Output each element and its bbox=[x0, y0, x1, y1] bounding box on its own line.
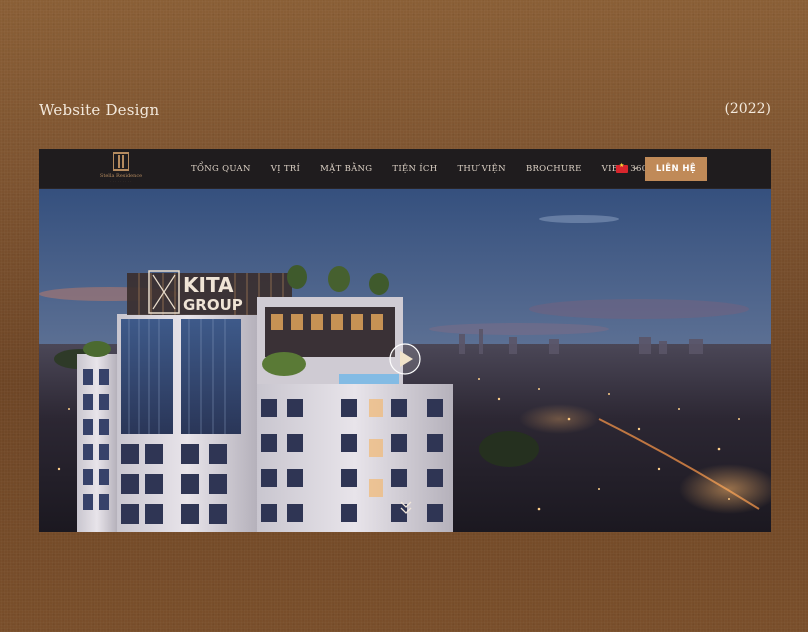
showcase-year: (2022) bbox=[724, 101, 771, 117]
contact-button[interactable]: LIÊN HỆ bbox=[645, 157, 707, 181]
showcase-title: Website Design bbox=[39, 101, 160, 119]
website-preview: Stella Residence · · · · · · · · · TỔNG … bbox=[39, 149, 771, 532]
building-sign-top: KITA bbox=[183, 273, 234, 297]
play-icon[interactable] bbox=[389, 343, 421, 375]
logo-emblem-icon bbox=[113, 152, 129, 171]
site-logo[interactable]: Stella Residence · · · · · · · · · bbox=[99, 152, 143, 186]
nav-item-tien-ich[interactable]: TIỆN ÍCH bbox=[382, 164, 447, 174]
chevron-down-icon[interactable]: ⌄ bbox=[632, 162, 640, 172]
nav-item-mat-bang[interactable]: MẶT BẰNG bbox=[310, 164, 382, 174]
site-navbar: Stella Residence · · · · · · · · · TỔNG … bbox=[39, 149, 771, 189]
vn-flag-icon[interactable] bbox=[616, 162, 628, 173]
logo-tagline: · · · · · · · · · bbox=[110, 179, 132, 183]
building-sign-bottom: GROUP bbox=[183, 296, 243, 314]
nav-item-tong-quan[interactable]: TỔNG QUAN bbox=[181, 164, 261, 174]
nav-item-thu-vien[interactable]: THƯ VIỆN bbox=[447, 164, 516, 174]
nav-item-brochure[interactable]: BROCHURE bbox=[516, 164, 592, 174]
main-menu: TỔNG QUAN VỊ TRÍ MẶT BẰNG TIỆN ÍCH THƯ V… bbox=[181, 149, 662, 189]
nav-item-vi-tri[interactable]: VỊ TRÍ bbox=[261, 164, 310, 174]
hero-image: KITA GROUP bbox=[39, 189, 771, 532]
